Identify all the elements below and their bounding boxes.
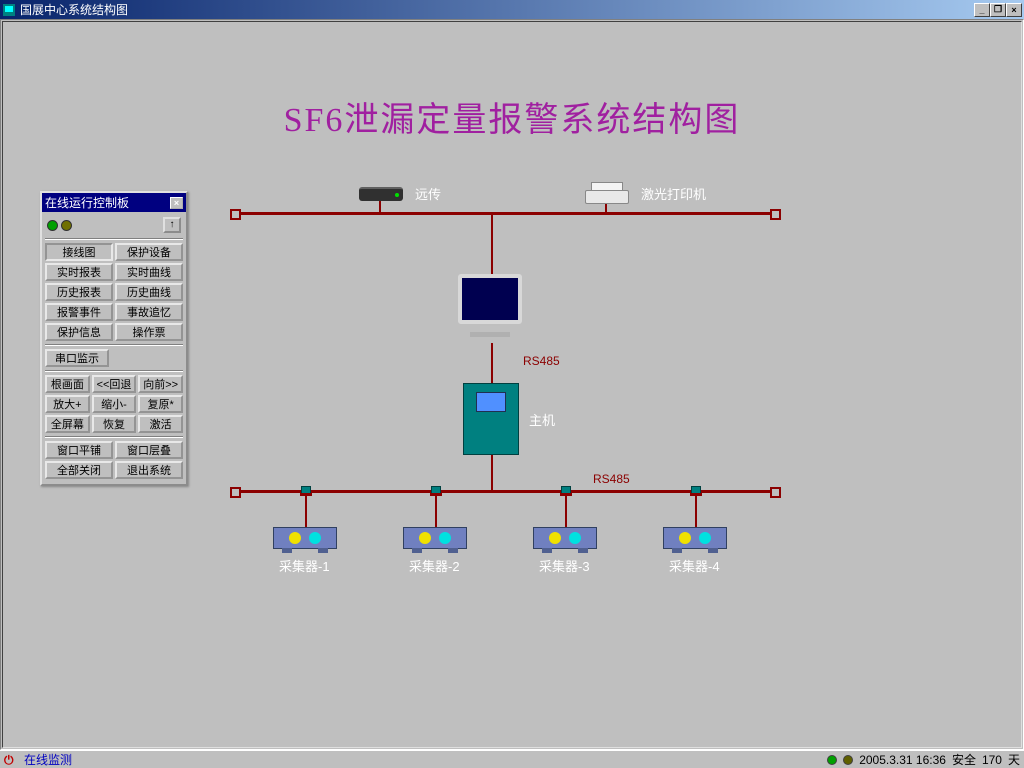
panel-r1-4-0-button[interactable]: 保护信息 — [45, 323, 113, 341]
collector-4-label: 采集器-4 — [669, 556, 720, 575]
panel-r2-1-1-button[interactable]: 缩小- — [92, 395, 137, 413]
panel-led-green — [47, 220, 58, 231]
status-led-olive — [843, 755, 853, 765]
panel-r1-2-0-button[interactable]: 历史报表 — [45, 283, 113, 301]
panel-r2-1-2-button[interactable]: 复原* — [138, 395, 183, 413]
power-icon[interactable]: ⏻ — [4, 753, 18, 767]
rs485-label-b: RS485 — [593, 472, 630, 486]
panel-r3-0-0-button[interactable]: 窗口平铺 — [45, 441, 113, 459]
panel-r1-1-0-button[interactable]: 实时报表 — [45, 263, 113, 281]
bus-top — [233, 212, 778, 215]
maximize-button[interactable]: ❐ — [990, 3, 1006, 17]
monitor-device — [458, 274, 522, 337]
panel-led-row: ↑ — [45, 215, 183, 235]
panel-led-olive — [61, 220, 72, 231]
panel-r3-1-0-button[interactable]: 全部关闭 — [45, 461, 113, 479]
drop-1 — [305, 493, 307, 527]
panel-r1-3-1-button[interactable]: 事故追忆 — [115, 303, 183, 321]
status-safe-label: 安全 — [952, 751, 976, 768]
panel-r1-0-1-button[interactable]: 保护设备 — [115, 243, 183, 261]
collapse-up-button[interactable]: ↑ — [163, 217, 181, 233]
top-center-drop — [491, 214, 493, 274]
drop-2 — [435, 493, 437, 527]
serial-monitor-button[interactable]: 串口监示 — [45, 349, 109, 367]
close-button[interactable]: × — [1006, 3, 1022, 17]
panel-r3-0-1-button[interactable]: 窗口层叠 — [115, 441, 183, 459]
host-bus-link — [491, 455, 493, 490]
collector-3 — [533, 527, 597, 549]
remote-label: 远传 — [415, 184, 441, 203]
status-safe-days: 170 — [982, 753, 1002, 767]
collector-2 — [403, 527, 467, 549]
printer-label: 激光打印机 — [641, 184, 706, 203]
status-bar: ⏻ 在线监测 2005.3.31 16:36 安全 170 天 — [0, 750, 1024, 768]
panel-r2-2-2-button[interactable]: 激活 — [138, 415, 183, 433]
printer-device — [585, 182, 629, 204]
monitor-host-link — [491, 343, 493, 383]
control-panel[interactable]: 在线运行控制板 × ↑ 接线图保护设备实时报表实时曲线历史报表历史曲线报警事件事… — [40, 191, 188, 486]
collector-2-label: 采集器-2 — [409, 556, 460, 575]
drop-3 — [565, 493, 567, 527]
drop-4 — [695, 493, 697, 527]
window-titlebar: 国展中心系统结构图 _ ❐ × — [0, 0, 1024, 19]
status-mode: 在线监测 — [24, 751, 72, 768]
panel-r2-0-1-button[interactable]: <<回退 — [92, 375, 137, 393]
status-datetime: 2005.3.31 16:36 — [859, 753, 946, 767]
status-day-unit: 天 — [1008, 751, 1020, 768]
host-device — [463, 383, 519, 455]
rs485-label-a: RS485 — [523, 354, 560, 368]
app-icon — [2, 3, 16, 17]
panel-r3-1-1-button[interactable]: 退出系统 — [115, 461, 183, 479]
panel-r2-0-0-button[interactable]: 根画面 — [45, 375, 90, 393]
panel-r2-2-1-button[interactable]: 恢复 — [92, 415, 137, 433]
panel-title-text: 在线运行控制板 — [45, 194, 170, 211]
panel-titlebar[interactable]: 在线运行控制板 × — [42, 193, 186, 212]
panel-r2-0-2-button[interactable]: 向前>> — [138, 375, 183, 393]
window-controls: _ ❐ × — [974, 3, 1022, 17]
panel-r1-4-1-button[interactable]: 操作票 — [115, 323, 183, 341]
panel-r1-0-0-button[interactable]: 接线图 — [45, 243, 113, 261]
collector-3-label: 采集器-3 — [539, 556, 590, 575]
modem-device — [359, 187, 403, 201]
minimize-button[interactable]: _ — [974, 3, 990, 17]
host-label: 主机 — [529, 410, 555, 429]
panel-r1-1-1-button[interactable]: 实时曲线 — [115, 263, 183, 281]
collector-1 — [273, 527, 337, 549]
collector-4 — [663, 527, 727, 549]
status-led-green — [827, 755, 837, 765]
printer-drop — [605, 204, 607, 212]
collector-1-label: 采集器-1 — [279, 556, 330, 575]
panel-r1-3-0-button[interactable]: 报警事件 — [45, 303, 113, 321]
panel-close-button[interactable]: × — [170, 197, 183, 209]
panel-r2-2-0-button[interactable]: 全屏幕 — [45, 415, 90, 433]
modem-drop — [379, 201, 381, 212]
diagram-title: SF6泄漏定量报警系统结构图 — [3, 92, 1021, 141]
window-title: 国展中心系统结构图 — [20, 1, 974, 18]
panel-r2-1-0-button[interactable]: 放大+ — [45, 395, 90, 413]
panel-r1-2-1-button[interactable]: 历史曲线 — [115, 283, 183, 301]
